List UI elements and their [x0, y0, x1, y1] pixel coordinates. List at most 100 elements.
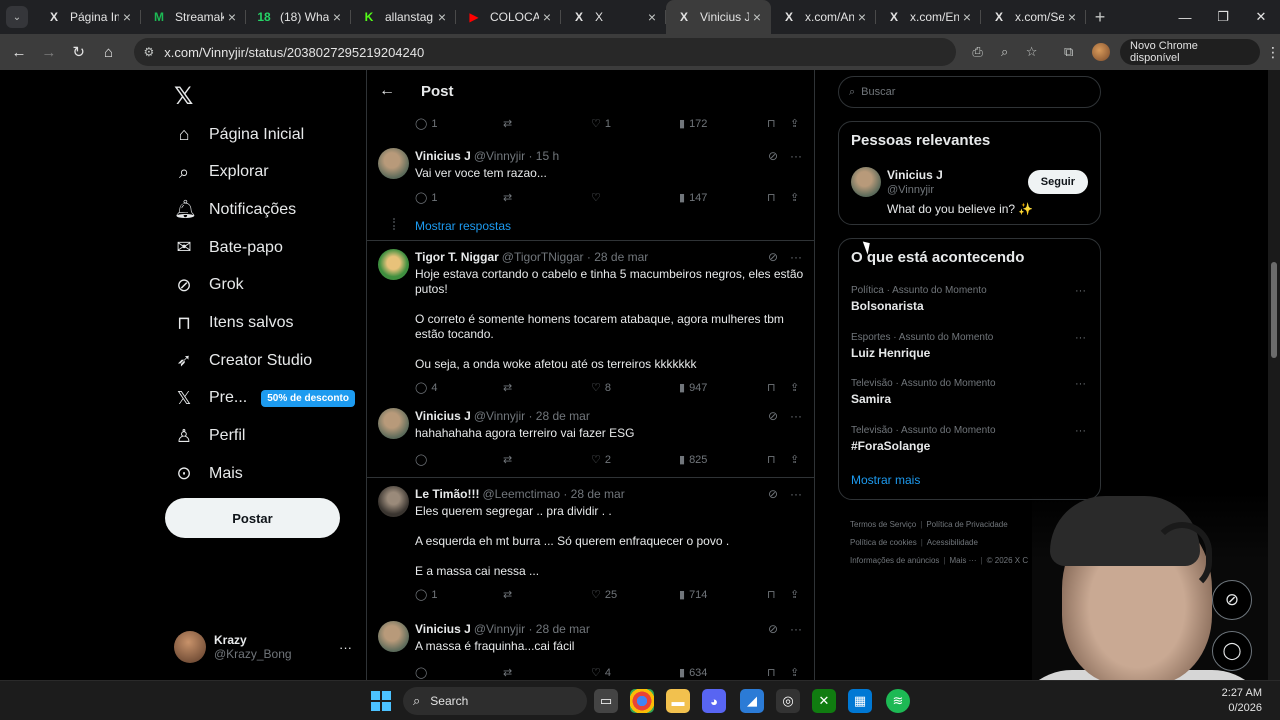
views-button[interactable]: ▮ 947 [679, 381, 707, 395]
browser-tab[interactable]: ▶ COLOCAN× [456, 0, 561, 34]
extensions-icon[interactable]: ⧉ [1055, 44, 1082, 60]
post-button[interactable]: Postar [165, 498, 340, 538]
install-app-icon[interactable]: ⎙ [964, 44, 991, 60]
like-button[interactable]: ♡ 8 [591, 381, 611, 395]
footer-link[interactable]: Acessibilidade [927, 538, 978, 547]
show-replies-link[interactable]: Mostrar respostas [415, 219, 511, 233]
grok-icon[interactable]: ⊘ [768, 409, 778, 423]
bookmark-button[interactable]: ⊓ [767, 588, 780, 601]
avatar[interactable] [378, 249, 409, 280]
clock[interactable]: 2:27 AM 0/2026 [1222, 686, 1262, 716]
tweet-time[interactable]: 28 de mar [571, 487, 625, 501]
file-explorer-icon[interactable]: ▬ [666, 689, 690, 713]
views-button[interactable]: ▮ 172 [679, 117, 707, 131]
account-switcher[interactable]: Krazy @Krazy_Bong ··· [174, 631, 352, 663]
footer-link[interactable]: Termos de Serviço [850, 520, 916, 529]
tweet[interactable]: Vinicius J @Vinnyjir · 15 h ⊘ ··· Vai ver vo… [367, 142, 814, 215]
views-button[interactable]: ▮ 147 [679, 191, 707, 205]
footer-link[interactable]: Mais ··· [949, 556, 976, 565]
more-icon[interactable]: ··· [1075, 378, 1086, 390]
avatar[interactable] [378, 486, 409, 517]
close-tab-icon[interactable]: × [749, 9, 765, 25]
back-arrow-icon[interactable]: ← [379, 82, 395, 100]
taskbar-search[interactable]: ⌕ Search [403, 687, 587, 715]
tweet[interactable]: Vinicius J @Vinnyjir · 28 de mar ⊘ ··· A mas… [367, 615, 814, 690]
share-button[interactable]: ⇪ [790, 453, 803, 466]
forward-icon[interactable]: → [34, 44, 64, 61]
chrome-menu-icon[interactable]: ⋮ [1266, 44, 1280, 61]
views-button[interactable]: ▮ 714 [679, 588, 707, 602]
like-button[interactable]: ♡ 1 [591, 117, 611, 131]
browser-tab[interactable]: Xx.com/Ant × [771, 0, 876, 34]
reply-button[interactable]: ◯ 1 [415, 117, 437, 131]
trend-item[interactable]: Política · Assunto do Momento Bolsonarist… [851, 285, 1088, 313]
close-tab-icon[interactable]: × [644, 9, 660, 25]
nav-item-mail[interactable]: ✉ Bate-papo [174, 237, 282, 258]
minimize-icon[interactable]: — [1166, 0, 1204, 34]
x-logo-icon[interactable]: 𝕏 [174, 82, 193, 111]
views-button[interactable]: ▮ 825 [679, 453, 707, 467]
steam-icon[interactable]: ◎ [776, 689, 800, 713]
more-icon[interactable]: ··· [790, 250, 802, 264]
close-tab-icon[interactable]: × [539, 9, 555, 25]
retweet-button[interactable]: ⇄ [503, 588, 516, 601]
close-tab-icon[interactable]: × [1064, 9, 1080, 25]
more-icon[interactable]: ··· [1075, 332, 1086, 344]
windows-start-icon[interactable] [371, 691, 391, 711]
grok-icon[interactable]: ⊘ [768, 149, 778, 163]
retweet-button[interactable]: ⇄ [503, 453, 516, 466]
relevant-user-name[interactable]: Vinicius J [887, 168, 943, 182]
bookmark-star-icon[interactable]: ☆ [1018, 44, 1045, 60]
tweet[interactable]: Le Timão!!! @Leemctimao · 28 de mar ⊘ ··· El… [367, 477, 814, 611]
retweet-button[interactable]: ⇄ [503, 191, 516, 204]
close-tab-icon[interactable]: × [119, 9, 135, 25]
more-icon[interactable]: ··· [790, 149, 802, 163]
trend-item[interactable]: Televisão · Assunto do Momento Samira ··· [851, 378, 1088, 406]
browser-tab[interactable]: Xx.com/Sea× [981, 0, 1086, 34]
grok-icon[interactable]: ⊘ [768, 622, 778, 636]
tweet-time[interactable]: 28 de mar [594, 250, 648, 264]
more-icon[interactable]: ··· [790, 409, 802, 423]
author-name[interactable]: Le Timão!!! [415, 487, 479, 501]
follow-button[interactable]: Seguir [1027, 170, 1088, 194]
author-name[interactable]: Vinicius J [415, 409, 471, 423]
tweet[interactable]: Tigor T. Niggar @TigorTNiggar · 28 de mar… [367, 240, 814, 404]
retweet-button[interactable]: ⇄ [503, 666, 516, 679]
messages-fab-icon[interactable]: ◯ [1212, 631, 1252, 671]
zoom-icon[interactable]: ⌕ [991, 44, 1018, 60]
xbox-icon[interactable]: ✕ [812, 689, 836, 713]
views-button[interactable]: ▮ 634 [679, 666, 707, 680]
browser-tab[interactable]: Kallanstag S× [351, 0, 456, 34]
tweet-time[interactable]: 28 de mar [536, 409, 590, 423]
tweet-time[interactable]: 15 h [536, 149, 559, 163]
close-tab-icon[interactable]: × [854, 9, 870, 25]
more-icon[interactable]: ··· [790, 487, 802, 501]
home-page-icon[interactable]: ⌂ [94, 44, 124, 61]
tab-search-icon[interactable]: ⌄ [6, 6, 28, 28]
show-more-link[interactable]: Mostrar mais [851, 473, 920, 487]
app-icon[interactable]: ◢ [740, 689, 764, 713]
discount-badge[interactable]: 50% de desconto [261, 389, 355, 407]
search-input[interactable]: ⌕ Buscar [838, 76, 1101, 108]
close-tab-icon[interactable]: × [329, 9, 345, 25]
trend-item[interactable]: Televisão · Assunto do Momento #ForaSolan… [851, 425, 1088, 453]
discord-icon[interactable]: ◕ [702, 689, 726, 713]
more-icon[interactable]: ··· [1075, 285, 1086, 297]
more-icon[interactable]: ··· [790, 622, 802, 636]
task-view-icon[interactable]: ▭ [594, 689, 618, 713]
share-button[interactable]: ⇪ [790, 666, 803, 679]
author-name[interactable]: Vinicius J [415, 622, 471, 636]
browser-tab[interactable]: 18 (18) Whats× [246, 0, 351, 34]
tweet[interactable]: Vinicius J @Vinnyjir · 28 de mar ⊘ ··· hahah… [367, 402, 814, 477]
bookmark-button[interactable]: ⊓ [767, 453, 780, 466]
like-button[interactable]: ♡ 4 [591, 666, 611, 680]
retweet-button[interactable]: ⇄ [503, 381, 516, 394]
avatar[interactable] [378, 148, 409, 179]
scrollbar-thumb[interactable] [1271, 262, 1277, 358]
reply-button[interactable]: ◯ [415, 666, 431, 679]
reload-icon[interactable]: ↻ [64, 43, 94, 61]
reply-button[interactable]: ◯ [415, 453, 431, 466]
browser-tab[interactable]: M Streamake× [141, 0, 246, 34]
like-button[interactable]: ♡ 2 [591, 453, 611, 467]
nav-item-more-circle[interactable]: ⊙ Mais [174, 463, 242, 484]
